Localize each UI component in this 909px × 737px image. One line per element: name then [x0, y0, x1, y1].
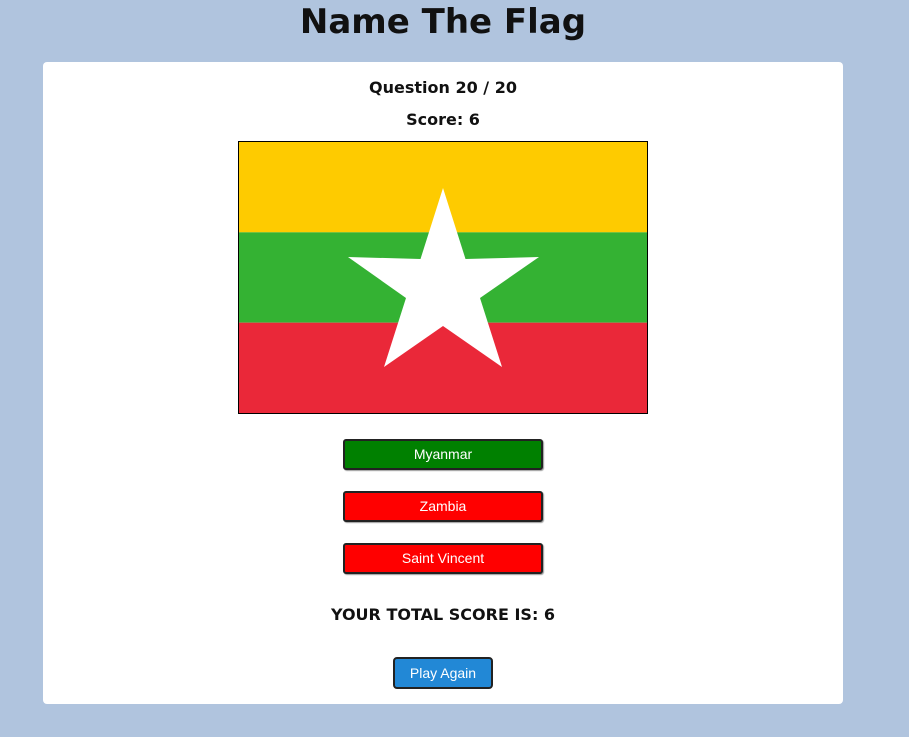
current-score: Score: 6	[406, 110, 480, 129]
total-score: YOUR TOTAL SCORE IS: 6	[330, 605, 556, 624]
answer-button-zambia[interactable]: Zambia	[343, 491, 543, 522]
question-counter: Question 20 / 20	[369, 78, 517, 97]
flag-stripe-bottom	[239, 322, 647, 413]
flag-image	[238, 141, 648, 414]
page-title: Name The Flag	[299, 2, 587, 42]
answer-button-saint-vincent[interactable]: Saint Vincent	[343, 543, 543, 574]
play-again-button[interactable]: Play Again	[393, 657, 493, 689]
quiz-card: Question 20 / 20 Score: 6 Myanmar Zambia…	[43, 62, 843, 704]
answer-button-myanmar[interactable]: Myanmar	[343, 439, 543, 470]
myanmar-flag	[239, 142, 647, 413]
